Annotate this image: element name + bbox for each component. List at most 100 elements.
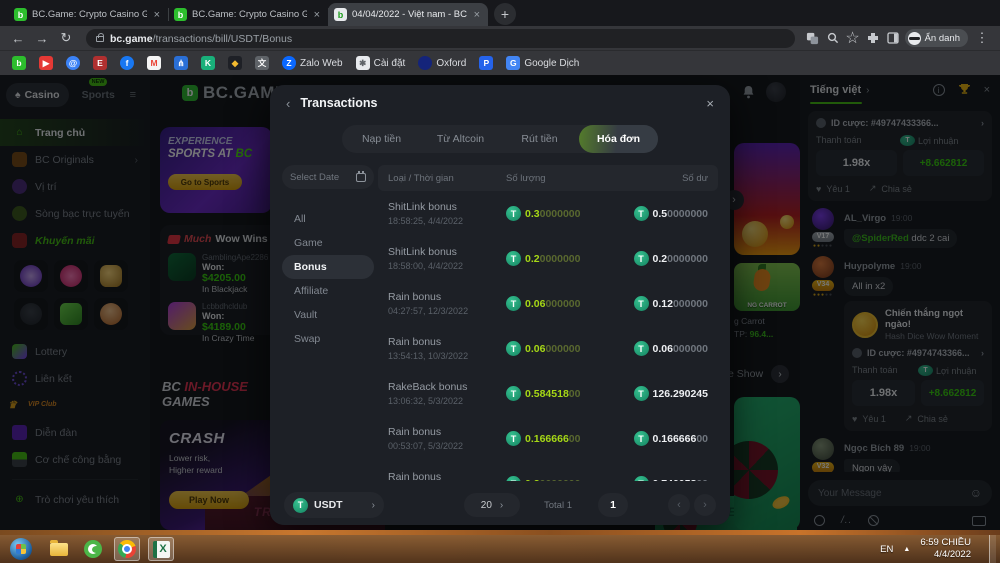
bcgame-favicon: b	[14, 8, 27, 21]
bookmark-binance[interactable]: ◆	[228, 56, 242, 70]
taskbar-explorer[interactable]	[46, 537, 72, 561]
tether-coin-icon: T	[634, 476, 649, 481]
tab-close-icon[interactable]: ×	[152, 9, 162, 21]
table-header: Loại / Thời gian Số lượng Số dư	[378, 165, 718, 191]
transaction-type-tabs: Nạp tiền Từ Altcoin Rút tiền Hóa đơn	[342, 125, 658, 153]
calendar-icon	[356, 173, 366, 182]
bookmark-e-site[interactable]: E	[93, 56, 107, 70]
currency-selector[interactable]: T USDT ›	[284, 492, 384, 518]
table-row[interactable]: RakeBack bonus13:06:32, 5/3/2022 T0.5845…	[378, 371, 718, 416]
new-tab-button[interactable]: +	[494, 3, 516, 25]
table-row[interactable]: ShitLink bonus18:58:25, 4/4/2022 T0.3000…	[378, 191, 718, 236]
bookmark-bcgame[interactable]: b	[12, 56, 26, 70]
bookmark-translate-tool[interactable]: 文	[255, 56, 269, 70]
modal-back-icon[interactable]: ‹	[286, 96, 290, 111]
bookmarks-bar: b ▶ @ E f M ⋔ K ◆ 文 ZZalo Web ✱Cài đặt O…	[0, 50, 1000, 75]
bcgame-icon: b	[12, 56, 26, 70]
forward-button[interactable]: →	[32, 31, 52, 46]
page-size-selector[interactable]: 20›	[464, 493, 520, 517]
taskbar-chrome-active[interactable]	[114, 537, 140, 561]
bill-filter-list: All Game Bonus Affiliate Vault Swap	[282, 207, 374, 351]
language-indicator[interactable]: EN	[880, 544, 893, 555]
modal-title: Transactions	[300, 96, 377, 110]
bookmark-p-site[interactable]: P	[479, 56, 493, 70]
browser-toolbar: ← → ↻ bc.game/transactions/bill/USDT/Bon…	[0, 26, 1000, 50]
filter-affiliate[interactable]: Affiliate	[282, 279, 374, 303]
coccoc-icon	[84, 540, 102, 558]
zalo-icon: Z	[282, 56, 296, 70]
binance-icon: ◆	[228, 56, 242, 70]
bookmark-google-translate[interactable]: GGoogle Dịch	[506, 56, 579, 70]
browser-tab-2[interactable]: b BC.Game: Crypto Casino Games ×	[168, 3, 328, 26]
tether-coin-icon: T	[634, 341, 649, 356]
incognito-spy-icon	[908, 32, 921, 45]
taskbar-coccoc[interactable]	[80, 537, 106, 561]
zoom-icon[interactable]	[825, 30, 841, 46]
system-clock[interactable]: 6:59 CHIỀU 4/4/2022	[920, 537, 977, 561]
url-host: bc.game	[110, 33, 153, 45]
windows-taskbar: X EN ▲ 6:59 CHIỀU 4/4/2022	[0, 535, 1000, 563]
browser-tab-3-active[interactable]: b 04/04/2022 - Việt nam - BC.Gam ×	[328, 3, 488, 26]
lock-icon	[96, 36, 104, 42]
side-panel-icon[interactable]	[885, 30, 901, 46]
bookmark-zalo[interactable]: ZZalo Web	[282, 56, 343, 70]
bookmark-share-app[interactable]: ⋔	[174, 56, 188, 70]
bookmark-k-site[interactable]: K	[201, 56, 215, 70]
modal-close-icon[interactable]: ×	[706, 96, 714, 111]
select-date-button[interactable]: Select Date	[282, 165, 374, 189]
bookmark-oxford[interactable]: Oxford	[418, 56, 466, 70]
bookmark-youtube[interactable]: ▶	[39, 56, 53, 70]
start-button[interactable]	[10, 538, 32, 560]
taskbar-excel-active[interactable]: X	[148, 537, 174, 561]
translate-icon[interactable]	[805, 30, 821, 46]
bookmark-settings[interactable]: ✱Cài đặt	[356, 56, 406, 70]
e-icon: E	[93, 56, 107, 70]
show-desktop-button[interactable]	[989, 535, 996, 563]
current-page[interactable]: 1	[598, 493, 628, 517]
prev-page-icon[interactable]: ‹	[668, 494, 690, 516]
tether-coin-icon: T	[506, 476, 521, 481]
filter-game[interactable]: Game	[282, 231, 374, 255]
table-row[interactable]: ShitLink bonus18:58:00, 4/4/2022 T0.2000…	[378, 236, 718, 281]
tether-coin-icon: T	[634, 431, 649, 446]
k-icon: K	[201, 56, 215, 70]
filter-vault[interactable]: Vault	[282, 303, 374, 327]
browser-menu-icon[interactable]: ⋮	[972, 30, 992, 46]
bookmark-blue-app[interactable]: @	[66, 56, 80, 70]
table-row[interactable]: Rain bonus04:27:57, 12/3/2022 T0.0600000…	[378, 281, 718, 326]
chevron-right-icon: ›	[500, 500, 503, 511]
address-bar[interactable]: bc.game/transactions/bill/USDT/Bonus	[86, 29, 795, 48]
filter-all[interactable]: All	[282, 207, 374, 231]
tab-bill[interactable]: Hóa đơn	[579, 125, 658, 153]
tab-close-icon[interactable]: ×	[472, 9, 482, 21]
folder-icon	[50, 543, 68, 556]
tab-withdraw[interactable]: Rút tiền	[500, 125, 579, 153]
tab-title: BC.Game: Crypto Casino Games	[32, 9, 147, 20]
tab-close-icon[interactable]: ×	[312, 9, 322, 21]
extensions-icon[interactable]	[865, 30, 881, 46]
google-translate-icon: G	[506, 56, 520, 70]
table-row[interactable]: Rain bonus00:53:07, 5/3/2022 T0.16666600…	[378, 416, 718, 461]
filter-swap[interactable]: Swap	[282, 327, 374, 351]
gear-icon: ✱	[356, 56, 370, 70]
tab-deposit[interactable]: Nạp tiền	[342, 125, 421, 153]
oxford-icon	[418, 56, 432, 70]
translate-icon: 文	[255, 56, 269, 70]
reload-button[interactable]: ↻	[56, 30, 76, 46]
incognito-badge[interactable]: Ẩn danh	[905, 29, 968, 47]
tether-coin-icon: T	[506, 206, 521, 221]
tether-coin-icon: T	[506, 341, 521, 356]
next-page-icon[interactable]: ›	[694, 494, 716, 516]
facebook-icon: f	[120, 56, 134, 70]
filter-bonus[interactable]: Bonus	[282, 255, 374, 279]
table-row[interactable]: Rain bonus13:54:13, 10/3/2022 T0.0600000…	[378, 326, 718, 371]
browser-tab-1[interactable]: b BC.Game: Crypto Casino Games ×	[8, 3, 168, 26]
tab-from-altcoin[interactable]: Từ Altcoin	[421, 125, 500, 153]
back-button[interactable]: ←	[8, 31, 28, 46]
bookmark-star-icon[interactable]: ☆	[845, 30, 861, 46]
table-row[interactable]: Rain bonus21:27:00, 15/2/2022 T0.2000000…	[378, 461, 718, 481]
tab-title: BC.Game: Crypto Casino Games	[192, 9, 307, 20]
bookmark-gmail[interactable]: M	[147, 56, 161, 70]
tray-expand-icon[interactable]: ▲	[903, 546, 910, 553]
bookmark-facebook[interactable]: f	[120, 56, 134, 70]
